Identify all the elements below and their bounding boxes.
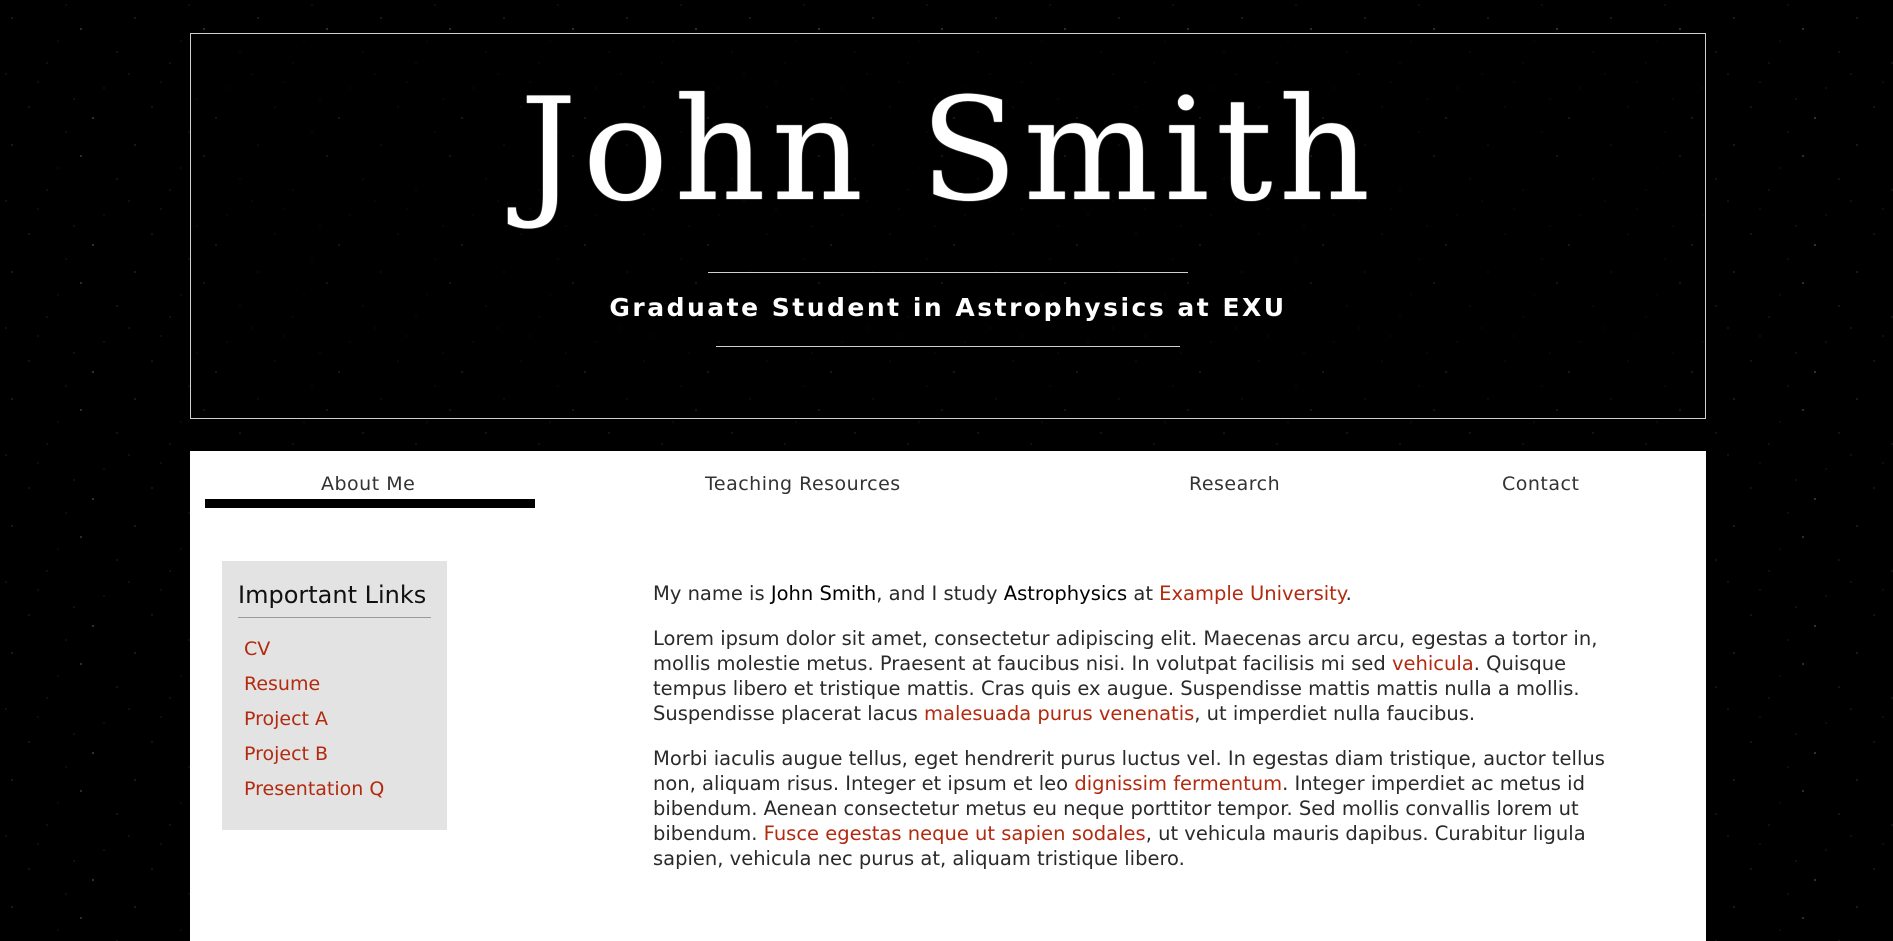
nav-contact[interactable]: Contact [1502, 473, 1579, 495]
study-field: Astrophysics [1003, 582, 1128, 605]
important-links-sidebar: Important Links CV Resume Project A Proj… [222, 561, 447, 830]
list-item: CV [238, 632, 431, 667]
header-divider-top [708, 272, 1188, 273]
main-nav: About Me Teaching Resources Research Con… [190, 451, 1706, 511]
intro-text: My name is [653, 582, 771, 605]
vehicula-link[interactable]: vehicula [1392, 652, 1474, 675]
intro-paragraph: My name is John Smith, and I study Astro… [653, 581, 1628, 606]
malesuada-link[interactable]: malesuada purus venenatis [924, 702, 1194, 725]
list-item: Presentation Q [238, 772, 431, 807]
dignissim-link[interactable]: dignissim fermentum [1074, 772, 1282, 795]
intro-text: , and I study [876, 582, 1004, 605]
header-divider-bottom [716, 346, 1180, 347]
paragraph-text: , ut imperdiet nulla faucibus. [1194, 702, 1476, 725]
nav-about-me[interactable]: About Me [321, 473, 415, 495]
list-item: Project A [238, 702, 431, 737]
body-paragraph-2: Morbi iaculis augue tellus, eget hendrer… [653, 746, 1628, 871]
link-resume[interactable]: Resume [244, 673, 320, 695]
nav-teaching-resources[interactable]: Teaching Resources [705, 473, 901, 495]
site-subtitle: Graduate Student in Astrophysics at EXU [609, 293, 1287, 322]
fusce-link[interactable]: Fusce egestas neque ut sapien sodales [764, 822, 1146, 845]
university-link[interactable]: Example University [1159, 582, 1345, 605]
sidebar-title: Important Links [238, 581, 431, 618]
list-item: Resume [238, 667, 431, 702]
body-paragraph-1: Lorem ipsum dolor sit amet, consectetur … [653, 626, 1628, 726]
about-me-content: My name is John Smith, and I study Astro… [653, 581, 1628, 891]
nav-research[interactable]: Research [1189, 473, 1280, 495]
link-project-b[interactable]: Project B [244, 743, 328, 765]
list-item: Project B [238, 737, 431, 772]
link-cv[interactable]: CV [244, 638, 270, 660]
person-name: John Smith [770, 582, 877, 605]
sidebar-link-list: CV Resume Project A Project B Presentati… [238, 632, 431, 807]
intro-text: . [1345, 582, 1352, 605]
intro-text: at [1127, 582, 1160, 605]
nav-active-indicator [205, 499, 535, 508]
site-title: John Smith [519, 68, 1377, 233]
link-project-a[interactable]: Project A [244, 708, 328, 730]
header-banner: John Smith Graduate Student in Astrophys… [190, 33, 1706, 419]
link-presentation-q[interactable]: Presentation Q [244, 778, 384, 800]
content-panel: About Me Teaching Resources Research Con… [190, 451, 1706, 941]
